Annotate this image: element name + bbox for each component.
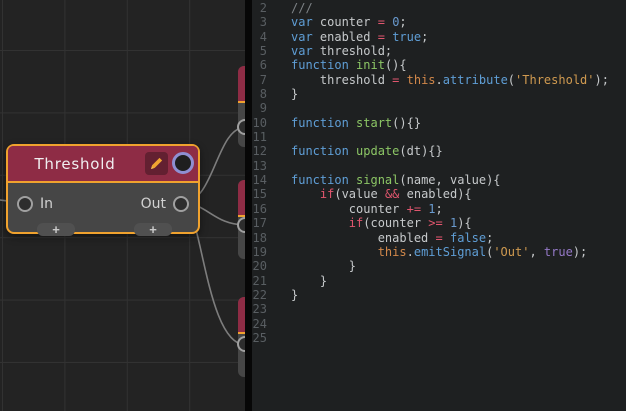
- code-text: function init(){: [291, 58, 407, 73]
- threshold-node[interactable]: Threshold In Out + +: [6, 144, 200, 236]
- code-text: this.emitSignal('Out', true);: [377, 244, 588, 259]
- line-number: 8: [259, 87, 267, 102]
- circle-badge-icon[interactable]: [172, 152, 194, 174]
- line-number: 16: [252, 201, 267, 216]
- code-line[interactable]: 24: [252, 317, 626, 331]
- line-number: 22: [252, 287, 267, 302]
- line-number: 23: [252, 302, 267, 317]
- code-text: threshold = this.attribute('Threshold');: [291, 72, 609, 87]
- code-text: var counter = 0;: [291, 15, 407, 30]
- code-text: var enabled = true;: [291, 29, 429, 44]
- edit-button[interactable]: [145, 152, 168, 175]
- code-line[interactable]: 19 this.emitSignal('Out', true);: [252, 245, 626, 259]
- code-text: function start(){}: [291, 115, 422, 130]
- line-number: 4: [259, 29, 267, 44]
- clipped-node-header: [238, 66, 245, 103]
- line-number: 10: [252, 115, 267, 130]
- code-text: }: [291, 259, 357, 274]
- line-number: 6: [259, 58, 267, 73]
- line-number: 9: [259, 101, 267, 116]
- code-line[interactable]: 13: [252, 159, 626, 173]
- code-text: }: [291, 87, 299, 102]
- line-number: 19: [252, 244, 267, 259]
- code-line[interactable]: 16 counter += 1;: [252, 202, 626, 216]
- clipped-node-header: [238, 297, 245, 334]
- code-line[interactable]: 25: [252, 331, 626, 345]
- code-text: counter += 1;: [291, 201, 443, 216]
- code-lines: 2 /// 3 var counter = 0; 4 var enabled = true…: [252, 1, 626, 345]
- node-canvas[interactable]: Threshold In Out + +: [0, 0, 245, 411]
- code-text: function signal(name, value){: [291, 173, 501, 188]
- add-output-button[interactable]: +: [134, 223, 172, 236]
- clipped-node-header: [238, 180, 245, 217]
- in-port-label: In: [40, 196, 54, 212]
- line-number: 3: [259, 15, 267, 30]
- code-line[interactable]: 15 if(value && enabled){: [252, 187, 626, 201]
- line-number: 5: [259, 44, 267, 59]
- code-line[interactable]: 10 function start(){}: [252, 116, 626, 130]
- out-port-label: Out: [140, 196, 166, 212]
- code-text: ///: [291, 1, 313, 15]
- line-number: 12: [252, 144, 267, 159]
- line-number: 24: [252, 316, 267, 331]
- out-port[interactable]: [173, 196, 189, 212]
- code-line[interactable]: 23: [252, 302, 626, 316]
- code-text: }: [291, 273, 328, 288]
- code-text: enabled = false;: [291, 230, 494, 245]
- line-number: 2: [259, 1, 267, 15]
- code-text: }: [291, 287, 299, 302]
- panel-separator[interactable]: [245, 0, 252, 411]
- add-input-button[interactable]: +: [37, 223, 75, 236]
- code-line[interactable]: 14 function signal(name, value){: [252, 173, 626, 187]
- code-text: if(counter >= 1){: [348, 216, 472, 231]
- code-line[interactable]: 6 function init(){: [252, 58, 626, 72]
- code-line[interactable]: 9: [252, 101, 626, 115]
- line-number: 13: [252, 158, 267, 173]
- line-number: 20: [252, 259, 267, 274]
- node-ports: In Out: [8, 196, 198, 212]
- in-port[interactable]: [17, 196, 33, 212]
- code-line[interactable]: 4 var enabled = true;: [252, 30, 626, 44]
- line-number: 15: [252, 187, 267, 202]
- in-port-group: In: [17, 196, 53, 212]
- code-line[interactable]: 7 threshold = this.attribute('Threshold'…: [252, 73, 626, 87]
- code-line[interactable]: 17 if(counter >= 1){: [252, 216, 626, 230]
- code-text: if(value && enabled){: [319, 187, 472, 202]
- out-port-group: Out: [141, 196, 189, 212]
- pencil-icon: [151, 157, 163, 169]
- code-text: function update(dt){}: [291, 144, 443, 159]
- code-editor[interactable]: 2 /// 3 var counter = 0; 4 var enabled = true…: [252, 0, 626, 411]
- code-line[interactable]: 18 enabled = false;: [252, 231, 626, 245]
- code-line[interactable]: 8}: [252, 87, 626, 101]
- line-number: 17: [252, 216, 267, 231]
- code-line[interactable]: 3 var counter = 0;: [252, 15, 626, 29]
- line-number: 7: [259, 72, 267, 87]
- line-number: 25: [252, 330, 267, 345]
- code-line[interactable]: 11: [252, 130, 626, 144]
- line-number: 18: [252, 230, 267, 245]
- code-line[interactable]: 22}: [252, 288, 626, 302]
- line-number: 11: [252, 130, 267, 145]
- line-number: 14: [252, 173, 267, 188]
- code-line[interactable]: 12 function update(dt){}: [252, 144, 626, 158]
- code-line[interactable]: 5 var threshold;: [252, 44, 626, 58]
- code-text: var threshold;: [291, 44, 393, 59]
- code-line[interactable]: 20 }: [252, 259, 626, 273]
- node-editor-app: Threshold In Out + + 2 /// 3 var counter…: [0, 0, 626, 411]
- node-header[interactable]: Threshold: [8, 146, 198, 183]
- code-line[interactable]: 2 ///: [252, 1, 626, 15]
- code-line[interactable]: 21 }: [252, 274, 626, 288]
- line-number: 21: [252, 273, 267, 288]
